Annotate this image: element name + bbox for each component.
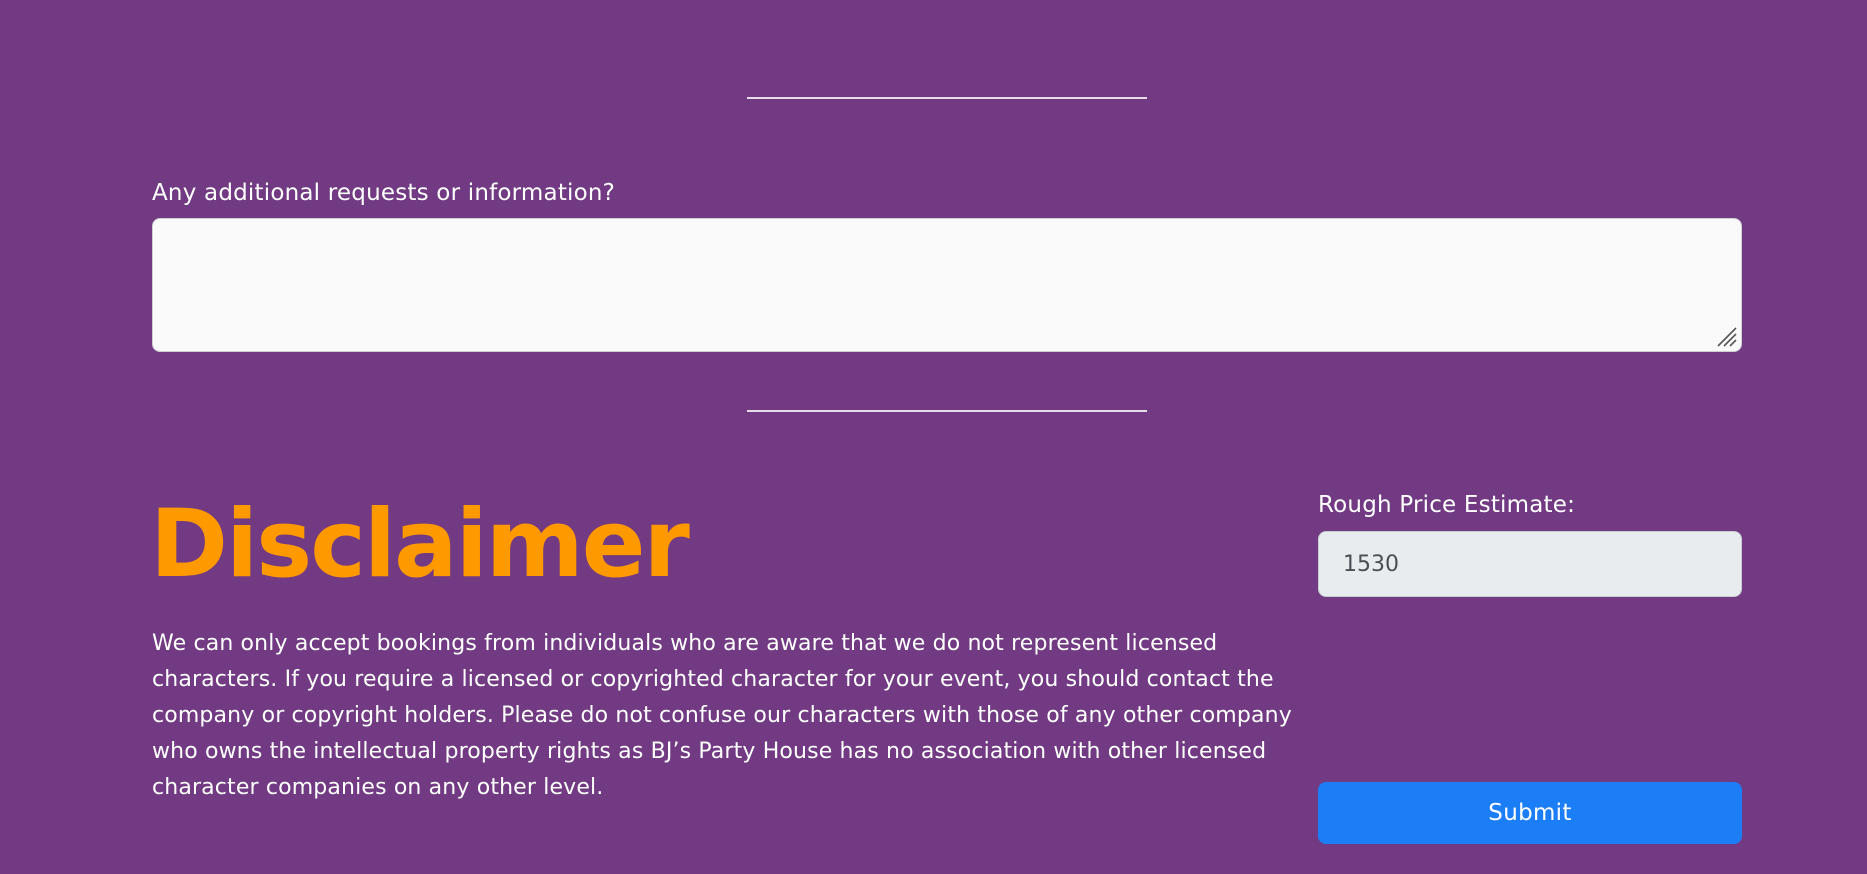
section-divider-middle <box>747 410 1147 412</box>
price-estimate-field[interactable] <box>1318 531 1742 597</box>
section-divider-top <box>747 97 1147 99</box>
disclaimer-heading: Disclaimer <box>150 490 690 599</box>
resize-grip-icon[interactable] <box>1716 326 1738 348</box>
disclaimer-paragraph: We can only accept bookings from individ… <box>152 631 1292 800</box>
price-estimate-label: Rough Price Estimate: <box>1318 492 1576 518</box>
additional-requests-label: Any additional requests or information? <box>152 180 616 206</box>
additional-requests-textarea[interactable] <box>152 218 1742 352</box>
submit-button[interactable]: Submit <box>1318 782 1742 844</box>
